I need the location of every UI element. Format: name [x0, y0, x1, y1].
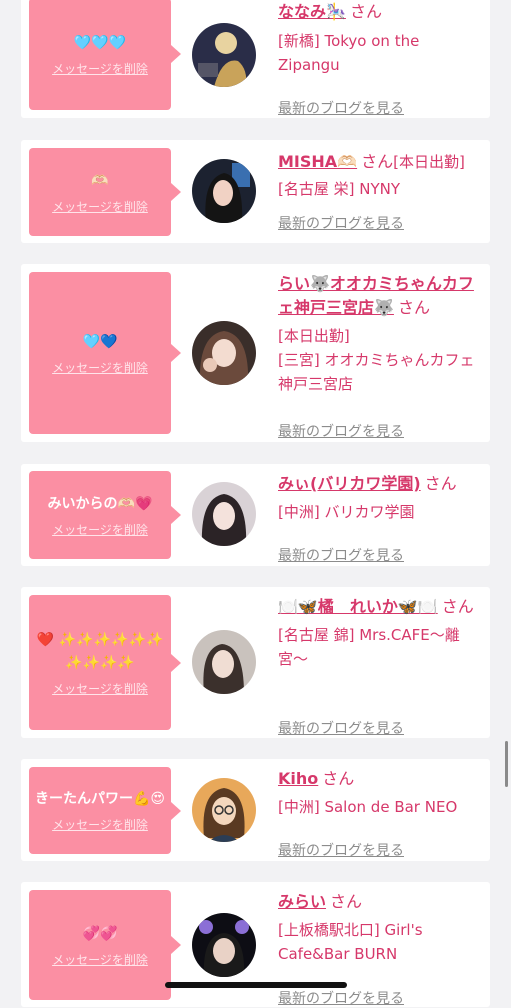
honorific: さん	[424, 474, 457, 493]
avatar[interactable]	[192, 23, 256, 87]
cast-info: らい🐺オオカミちゃんカフェ神戸三宮店🐺 さん [本日出勤] [三宮] オオカミちゃ…	[278, 272, 483, 440]
message-card: 💞💞 メッセージを削除 みらい さん [上板橋駅北口] Girl's Cafe&B…	[21, 882, 490, 1007]
cast-info: みらい さん [上板橋駅北口] Girl's Cafe&Bar BURN 最新のブ…	[278, 890, 483, 1007]
message-text: 💞💞	[82, 925, 118, 942]
message-bubble: 🫶🏻 メッセージを削除	[29, 148, 181, 236]
avatar[interactable]	[192, 630, 256, 694]
shop-info: [新橋] Tokyo on the Zipangu	[278, 32, 420, 74]
latest-blog-link[interactable]: 最新のブログを見る	[278, 718, 404, 738]
status-badge: [本日出勤]	[278, 327, 350, 345]
message-text: 🫶🏻	[91, 172, 109, 189]
honorific: さん	[361, 152, 394, 171]
message-card: 🫶🏻 メッセージを削除 MISHA🫶🏻 さん[本日出勤] [名古屋 栄] NYNY…	[21, 140, 490, 243]
home-indicator[interactable]	[165, 982, 347, 988]
shop-info: [中洲] Salon de Bar NEO	[278, 798, 458, 816]
cast-info: Kiho さん [中洲] Salon de Bar NEO 最新のブログを見る	[278, 767, 483, 859]
cast-info: みぃ(バリカワ学園) さん [中洲] バリカワ学園 最新のブログを見る	[278, 472, 483, 564]
avatar[interactable]	[192, 159, 256, 223]
message-text: みいからの🫶🏻💗	[47, 495, 153, 512]
latest-blog-link[interactable]: 最新のブログを見る	[278, 840, 404, 860]
honorific: さん	[330, 892, 363, 911]
delete-message-link[interactable]: メッセージを削除	[52, 521, 148, 538]
shop-info: [上板橋駅北口] Girl's Cafe&Bar BURN	[278, 921, 423, 963]
message-bubble: 🩵💙 メッセージを削除	[29, 272, 181, 434]
cast-info: ななみ🎠 さん [新橋] Tokyo on the Zipangu 最新のブログを…	[278, 0, 483, 117]
cast-name-link[interactable]: みぃ(バリカワ学園)	[278, 474, 421, 493]
scrollbar[interactable]	[505, 741, 508, 787]
cast-name-link[interactable]: MISHA🫶🏻	[278, 152, 357, 171]
honorific: さん	[397, 298, 430, 317]
latest-blog-link[interactable]: 最新のブログを見る	[278, 421, 404, 441]
message-text: 🩵💙	[82, 333, 118, 350]
latest-blog-link[interactable]: 最新のブログを見る	[278, 213, 404, 233]
delete-message-link[interactable]: メッセージを削除	[52, 198, 148, 215]
delete-message-link[interactable]: メッセージを削除	[52, 951, 148, 968]
avatar[interactable]	[192, 482, 256, 546]
shop-info: [三宮] オオカミちゃんカフェ神戸三宮店	[278, 351, 475, 393]
message-bubble: きーたんパワー💪😍 メッセージを削除	[29, 767, 181, 854]
honorific: さん	[349, 2, 382, 21]
message-card: ❤️ ✨✨✨✨✨✨✨✨✨✨ メッセージを削除 🍽️🦋橘 れいか🦋🍽️ さん [名古…	[21, 587, 490, 738]
latest-blog-link[interactable]: 最新のブログを見る	[278, 98, 404, 118]
status-badge: [本日出勤]	[393, 153, 465, 171]
shop-info: [中洲] バリカワ学園	[278, 503, 415, 521]
honorific: さん	[441, 597, 474, 616]
cast-name-link[interactable]: ななみ🎠	[278, 2, 346, 21]
message-card: 🩵🩵🩵 メッセージを削除 ななみ🎠 さん [新橋] Tokyo on the Zi…	[21, 0, 490, 118]
latest-blog-link[interactable]: 最新のブログを見る	[278, 545, 404, 565]
shop-info: [名古屋 錦] Mrs.CAFE〜離宮〜	[278, 626, 460, 668]
message-bubble: みいからの🫶🏻💗 メッセージを削除	[29, 471, 181, 559]
message-bubble: ❤️ ✨✨✨✨✨✨✨✨✨✨ メッセージを削除	[29, 595, 181, 730]
message-card: きーたんパワー💪😍 メッセージを削除 Kiho さん [中洲] Salon de …	[21, 759, 490, 861]
message-text: ❤️ ✨✨✨✨✨✨✨✨✨✨	[36, 631, 164, 671]
latest-blog-link[interactable]: 最新のブログを見る	[278, 988, 404, 1008]
delete-message-link[interactable]: メッセージを削除	[52, 680, 148, 697]
shop-info: [名古屋 栄] NYNY	[278, 180, 401, 198]
message-text: きーたんパワー💪😍	[34, 791, 166, 807]
avatar[interactable]	[192, 321, 256, 385]
cast-info: MISHA🫶🏻 さん[本日出勤] [名古屋 栄] NYNY 最新のブログを見る	[278, 150, 483, 232]
cast-name-link[interactable]: Kiho	[278, 769, 318, 788]
avatar[interactable]	[192, 913, 256, 977]
message-bubble: 🩵🩵🩵 メッセージを削除	[29, 0, 181, 110]
message-card: みいからの🫶🏻💗 メッセージを削除 みぃ(バリカワ学園) さん [中洲] バリカワ…	[21, 464, 490, 566]
cast-name-link[interactable]: みらい	[278, 892, 326, 911]
delete-message-link[interactable]: メッセージを削除	[52, 359, 148, 376]
delete-message-link[interactable]: メッセージを削除	[52, 60, 148, 77]
honorific: さん	[322, 769, 355, 788]
delete-message-link[interactable]: メッセージを削除	[52, 816, 148, 833]
cast-info: 🍽️🦋橘 れいか🦋🍽️ さん [名古屋 錦] Mrs.CAFE〜離宮〜 最新のブロ…	[278, 595, 483, 737]
avatar[interactable]	[192, 778, 256, 842]
cast-name-link[interactable]: らい🐺オオカミちゃんカフェ神戸三宮店🐺	[278, 274, 474, 317]
message-card: 🩵💙 メッセージを削除 らい🐺オオカミちゃんカフェ神戸三宮店🐺 さん [本日出勤]…	[21, 264, 490, 442]
message-bubble: 💞💞 メッセージを削除	[29, 890, 181, 1000]
cast-name-link[interactable]: 🍽️🦋橘 れいか🦋🍽️	[278, 597, 438, 616]
message-text: 🩵🩵🩵	[73, 34, 127, 51]
